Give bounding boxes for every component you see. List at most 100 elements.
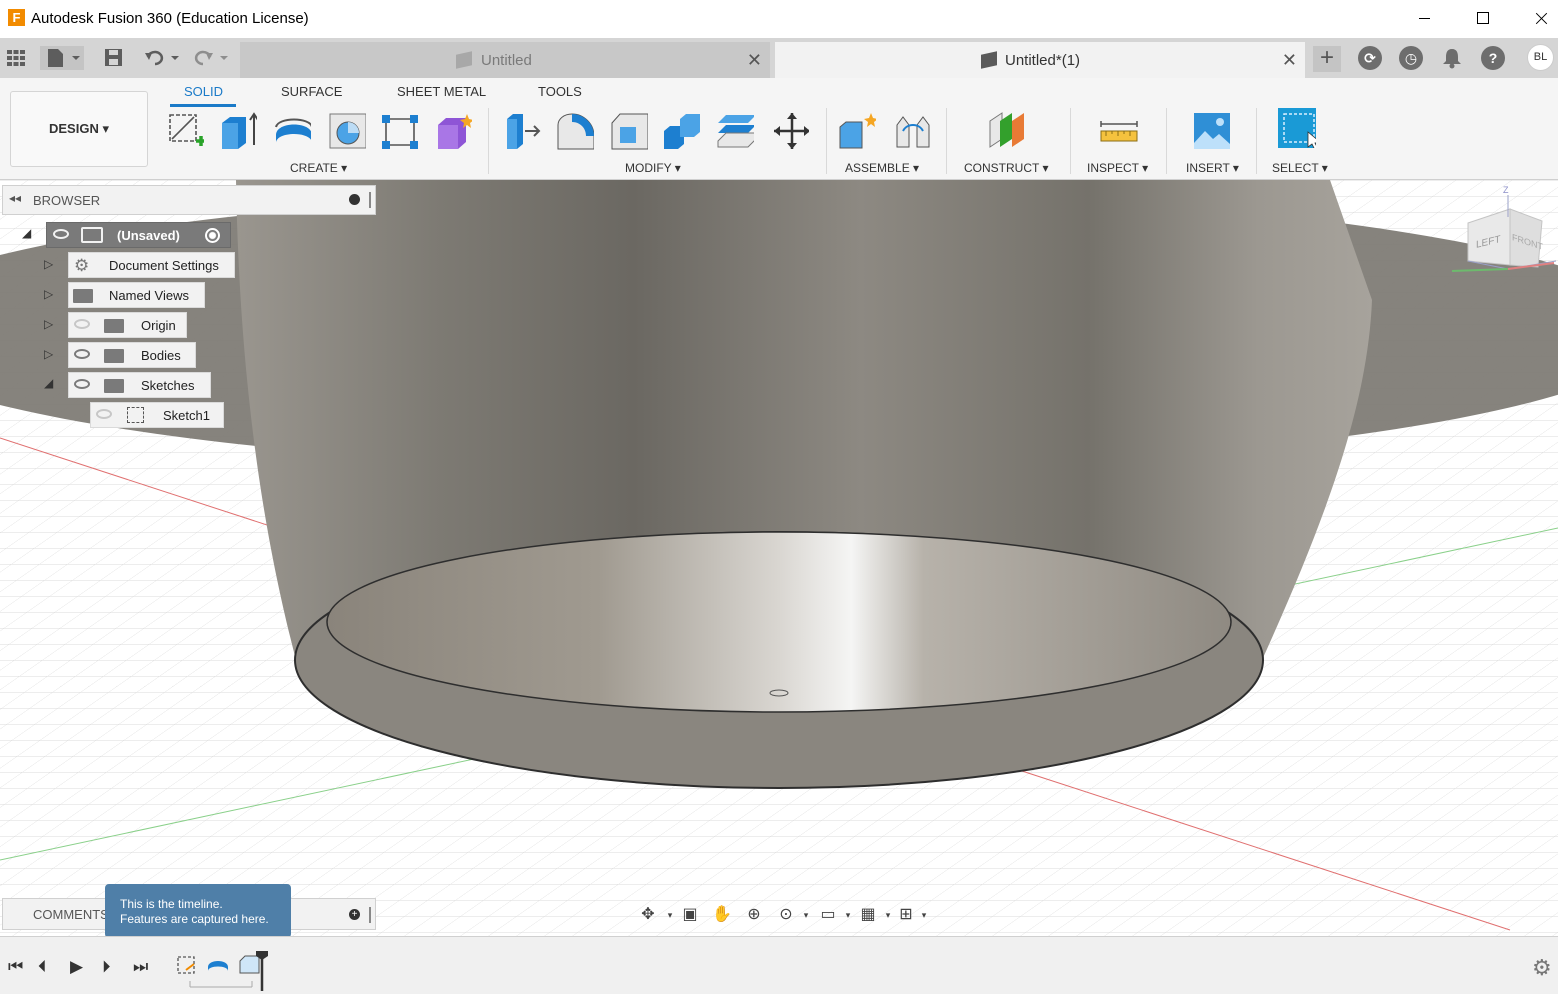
workspace-switcher[interactable]: DESIGN ▾: [10, 91, 148, 167]
add-comment-icon[interactable]: +: [349, 909, 360, 920]
insert-canvas-icon[interactable]: [1193, 111, 1231, 151]
minimize-button[interactable]: [1396, 0, 1454, 38]
grid-snaps-icon[interactable]: ▦: [858, 905, 878, 925]
comments-pin-icon[interactable]: [369, 907, 371, 923]
select-icon[interactable]: [1278, 108, 1316, 148]
go-to-end-icon[interactable]: ⏭: [133, 957, 148, 977]
extrude-icon[interactable]: [219, 111, 257, 151]
pan-hand-icon[interactable]: ✋: [712, 905, 732, 925]
history-clock-icon[interactable]: ◷: [1399, 46, 1423, 70]
zoom-icon[interactable]: ⊕: [744, 905, 764, 925]
orbit-icon[interactable]: ✥: [638, 905, 658, 925]
select-menu[interactable]: SELECT ▾: [1272, 161, 1328, 175]
visibility-eye-off-icon[interactable]: [96, 409, 112, 419]
go-to-start-icon[interactable]: ⏮: [8, 957, 23, 977]
construct-menu[interactable]: CONSTRUCT ▾: [964, 161, 1048, 175]
visibility-eye-off-icon[interactable]: [74, 319, 90, 329]
press-pull-icon[interactable]: [503, 111, 541, 151]
browser-item-bodies[interactable]: Bodies: [68, 342, 196, 368]
expand-origin-icon[interactable]: ▷: [44, 317, 53, 331]
collapse-sketches-icon[interactable]: ◢: [44, 376, 53, 390]
orbit-dropdown-icon[interactable]: ▾: [660, 905, 680, 925]
tab-solid[interactable]: SOLID: [184, 84, 223, 99]
app-grid-icon[interactable]: [6, 49, 26, 67]
create-form-icon[interactable]: [434, 111, 472, 151]
activate-component-icon[interactable]: [205, 228, 220, 243]
collapse-root-icon[interactable]: ◢: [22, 226, 31, 240]
help-icon[interactable]: ?: [1481, 46, 1505, 70]
notifications-bell-icon[interactable]: [1441, 47, 1463, 69]
look-at-icon[interactable]: ▣: [680, 905, 700, 925]
zoom-dropdown-icon[interactable]: ▾: [796, 905, 816, 925]
visibility-eye-icon[interactable]: [53, 229, 69, 239]
close-tab-icon[interactable]: ✕: [747, 50, 762, 71]
measure-icon[interactable]: [1100, 111, 1138, 151]
inspect-menu[interactable]: INSPECT ▾: [1087, 161, 1148, 175]
tab-sheet-metal[interactable]: SHEET METAL: [397, 84, 486, 99]
modify-menu[interactable]: MODIFY ▾: [625, 161, 681, 175]
expand-document-settings-icon[interactable]: ▷: [44, 257, 53, 271]
revolve-icon[interactable]: [273, 111, 311, 151]
visibility-eye-icon[interactable]: [74, 349, 90, 359]
move-copy-icon[interactable]: [771, 111, 809, 151]
create-menu[interactable]: CREATE ▾: [290, 161, 347, 175]
create-sketch-icon[interactable]: [166, 111, 204, 151]
file-menu-icon[interactable]: [40, 46, 84, 70]
tab-surface[interactable]: SURFACE: [281, 84, 342, 99]
close-tab-icon[interactable]: ✕: [1282, 50, 1297, 71]
visibility-eye-icon[interactable]: [74, 379, 90, 389]
browser-item-document-settings[interactable]: ⚙ Document Settings: [68, 252, 235, 278]
new-tab-button[interactable]: +: [1313, 46, 1341, 72]
rectangular-pattern-icon[interactable]: [380, 111, 418, 151]
play-icon[interactable]: ▶: [70, 957, 83, 977]
timeline-settings-gear-icon[interactable]: ⚙: [1532, 955, 1552, 981]
expand-bodies-icon[interactable]: ▷: [44, 347, 53, 361]
close-window-button[interactable]: [1512, 0, 1558, 38]
viewports-dropdown-icon[interactable]: ▾: [914, 905, 934, 925]
grid-dropdown-icon[interactable]: ▾: [878, 905, 898, 925]
step-forward-icon[interactable]: ⏵: [102, 957, 111, 977]
browser-item-named-views[interactable]: Named Views: [68, 282, 205, 308]
fillet-icon[interactable]: [556, 111, 594, 151]
browser-minimize-icon[interactable]: [349, 194, 360, 205]
zoom-window-icon[interactable]: ⊙: [776, 905, 796, 925]
undo-icon[interactable]: [144, 48, 184, 68]
offset-plane-icon[interactable]: [988, 111, 1026, 151]
browser-item-sketches[interactable]: Sketches: [68, 372, 211, 398]
ribbon-divider: [1070, 108, 1071, 174]
combine-icon[interactable]: [662, 111, 700, 151]
tab-untitled[interactable]: Untitled ✕: [240, 42, 770, 78]
browser-item-origin[interactable]: Origin: [68, 312, 187, 338]
redo-icon[interactable]: [192, 48, 232, 68]
save-icon[interactable]: [104, 48, 124, 68]
shell-icon[interactable]: [328, 111, 366, 151]
chamfer-icon[interactable]: [610, 111, 648, 151]
user-avatar[interactable]: BL: [1527, 44, 1554, 71]
browser-item-label: Bodies: [141, 348, 181, 363]
root-label: (Unsaved): [117, 228, 180, 243]
new-component-icon[interactable]: [838, 111, 876, 151]
display-settings-icon[interactable]: ▭: [818, 905, 838, 925]
collapse-browser-icon[interactable]: ◂◂: [9, 191, 21, 205]
browser-pin-icon[interactable]: [369, 192, 371, 208]
timeline-sketch-accent: [185, 963, 195, 971]
3d-viewport-canvas[interactable]: LEFT FRONT Z: [0, 180, 1558, 936]
maximize-button[interactable]: [1454, 0, 1512, 38]
insert-menu[interactable]: INSERT ▾: [1186, 161, 1239, 175]
display-dropdown-icon[interactable]: ▾: [838, 905, 858, 925]
tab-tools[interactable]: TOOLS: [538, 84, 582, 99]
viewcube[interactable]: LEFT FRONT Z: [1450, 185, 1556, 283]
browser-item-sketch1[interactable]: Sketch1: [90, 402, 224, 428]
step-back-icon[interactable]: ⏴: [38, 957, 47, 977]
viewports-icon[interactable]: ⊞: [896, 905, 916, 925]
expand-named-views-icon[interactable]: ▷: [44, 287, 53, 301]
job-status-icon[interactable]: ⟳: [1358, 46, 1382, 70]
tab-untitled-1[interactable]: Untitled*(1) ✕: [775, 42, 1305, 78]
joint-icon[interactable]: [893, 111, 931, 151]
browser-root-node[interactable]: (Unsaved): [46, 222, 231, 248]
component-icon: [81, 227, 103, 243]
group-label: ASSEMBLE: [845, 161, 910, 175]
assemble-menu[interactable]: ASSEMBLE ▾: [845, 161, 919, 175]
group-label: CONSTRUCT: [964, 161, 1040, 175]
offset-face-icon[interactable]: [716, 111, 754, 151]
